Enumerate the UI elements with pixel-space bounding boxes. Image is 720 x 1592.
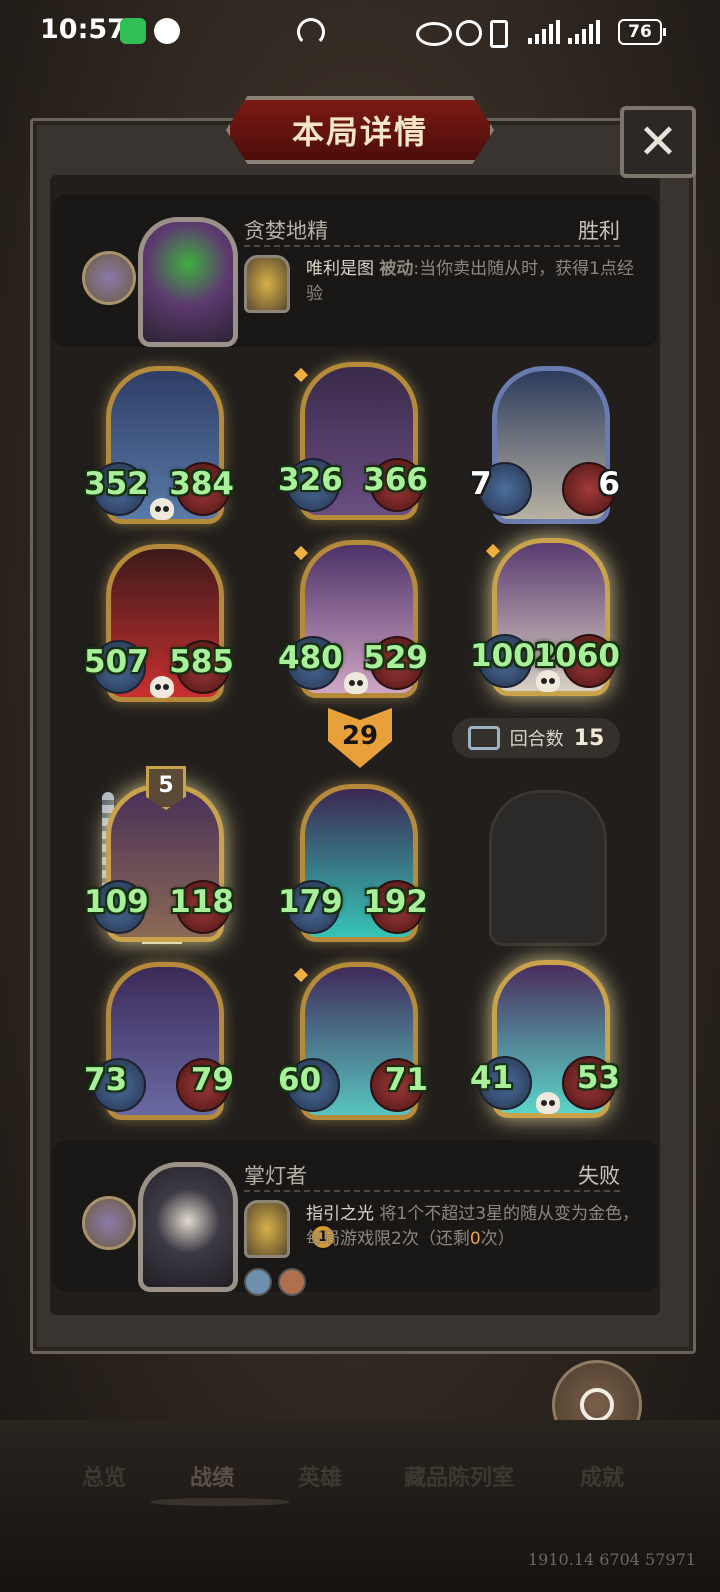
hero-portrait[interactable]	[138, 1162, 238, 1292]
nav-overview[interactable]: 总览	[82, 1460, 126, 1492]
minion-attack: 41	[470, 1060, 514, 1096]
minion-card[interactable]: 73 79	[84, 962, 234, 1120]
alarm-icon	[456, 20, 482, 46]
nav-heroes[interactable]: 英雄	[298, 1460, 342, 1492]
share-icon	[580, 1388, 614, 1422]
hero-name: 贪婪地精	[244, 219, 328, 243]
minion-attack: 109	[84, 884, 149, 920]
minion-attack: 60	[278, 1062, 322, 1098]
hero-power-icon[interactable]	[244, 1200, 290, 1258]
speed-icon	[297, 18, 325, 46]
star-gem-icon	[293, 545, 309, 561]
rounds-icon	[467, 726, 500, 750]
match-result: 失败	[578, 1164, 620, 1188]
rounds-value: 15	[573, 725, 605, 751]
minion-attack: 507	[84, 644, 149, 680]
minion-health: 53	[576, 1060, 620, 1096]
battery-icon: 76	[618, 19, 666, 45]
rounds-label: 回合数	[509, 729, 564, 750]
eye-icon	[416, 22, 452, 46]
skull-icon	[344, 672, 368, 694]
winner-hero-row: 贪婪地精 胜利 唯利是图 被动:当你卖出随从时，获得1点经验	[52, 195, 658, 347]
signal-icon	[568, 20, 600, 44]
footer-id: 1910.14 6704 57971	[528, 1550, 696, 1569]
hero-power-desc-end: 次）	[480, 1229, 515, 1249]
minion-health: 79	[190, 1062, 234, 1098]
minion-attack: 480	[278, 640, 343, 676]
minion-health: 118	[169, 884, 234, 920]
minion-health: 6	[598, 466, 620, 502]
minion-health: 71	[384, 1062, 428, 1098]
hero-badge-icon	[82, 1196, 136, 1250]
minion-card[interactable]: 507 585	[84, 544, 234, 702]
hero-power-name: 指引之光	[306, 1204, 374, 1224]
skull-icon	[150, 676, 174, 698]
minion-health: 192	[363, 884, 428, 920]
hero-power-name: 唯利是图	[306, 259, 374, 279]
minion-card[interactable]: 41 53	[470, 960, 620, 1118]
skull-icon	[536, 1092, 560, 1114]
divider	[244, 1190, 620, 1192]
hero-power-remaining: 0	[469, 1229, 481, 1249]
minion-attack: 352	[84, 466, 149, 502]
minion-health: 384	[169, 466, 234, 502]
skull-icon	[150, 498, 174, 520]
minion-card[interactable]: 480 529	[278, 540, 428, 698]
minion-health: 1060	[533, 638, 620, 674]
star-gem-icon	[293, 967, 309, 983]
minion-health: 529	[363, 640, 428, 676]
vibrate-icon	[490, 20, 508, 48]
nav-active-indicator	[150, 1498, 290, 1506]
page-title: 本局详情	[291, 113, 428, 151]
sword-icon	[244, 1268, 272, 1296]
minion-card[interactable]: 1002 1060	[470, 538, 620, 696]
minion-card[interactable]: 179 192	[278, 784, 428, 942]
hero-power-keyword: 被动	[379, 259, 414, 279]
wechat-icon	[120, 18, 146, 44]
rounds-pill: 回合数 15	[452, 718, 620, 758]
close-icon: ✕	[637, 114, 679, 170]
close-button[interactable]: ✕	[620, 106, 696, 178]
divider	[244, 245, 620, 247]
match-result: 胜利	[578, 219, 620, 243]
minion-card[interactable]: 326 366	[278, 362, 428, 520]
hero-power-text: 唯利是图 被动:当你卖出随从时，获得1点经验	[306, 257, 646, 307]
minion-attack: 73	[84, 1062, 128, 1098]
status-time: 10:57	[40, 14, 126, 45]
star-gem-icon	[485, 543, 501, 559]
signal-icon	[528, 20, 560, 44]
star-gem-icon	[293, 367, 309, 383]
trinket-icon	[278, 1268, 306, 1296]
minion-attack: 179	[278, 884, 343, 920]
minion-card[interactable]: 60 71	[278, 962, 428, 1120]
skull-icon	[536, 670, 560, 692]
status-bar: 10:57 76	[0, 0, 720, 64]
loser-hero-row: 掌灯者 失败 1 指引之光 将1个不超过3星的随从变为金色，每局游戏限2次（还剩…	[52, 1140, 658, 1296]
qq-icon	[154, 18, 180, 44]
title-plate: 本局详情	[226, 96, 494, 164]
hero-portrait[interactable]	[138, 217, 238, 347]
minion-card[interactable]: 109 118	[84, 784, 234, 942]
round-indicator-value: 29	[341, 721, 379, 751]
hero-name: 掌灯者	[244, 1164, 307, 1188]
minion-card[interactable]: 352 384	[84, 366, 234, 524]
nav-records[interactable]: 战绩	[190, 1460, 234, 1492]
minion-health: 366	[363, 462, 428, 498]
hero-power-icon[interactable]	[244, 255, 290, 313]
minion-health: 585	[169, 644, 234, 680]
minion-attack: 326	[278, 462, 343, 498]
hero-badge-icon	[82, 251, 136, 305]
minion-attack: 7	[470, 466, 492, 502]
empty-minion-slot	[489, 790, 607, 946]
minion-card[interactable]: 76	[470, 366, 620, 524]
nav-achievements[interactable]: 成就	[580, 1460, 624, 1492]
nav-collection[interactable]: 藏品陈列室	[404, 1460, 514, 1492]
hero-power-text: 指引之光 将1个不超过3星的随从变为金色，每局游戏限2次（还剩0次）	[306, 1202, 646, 1252]
